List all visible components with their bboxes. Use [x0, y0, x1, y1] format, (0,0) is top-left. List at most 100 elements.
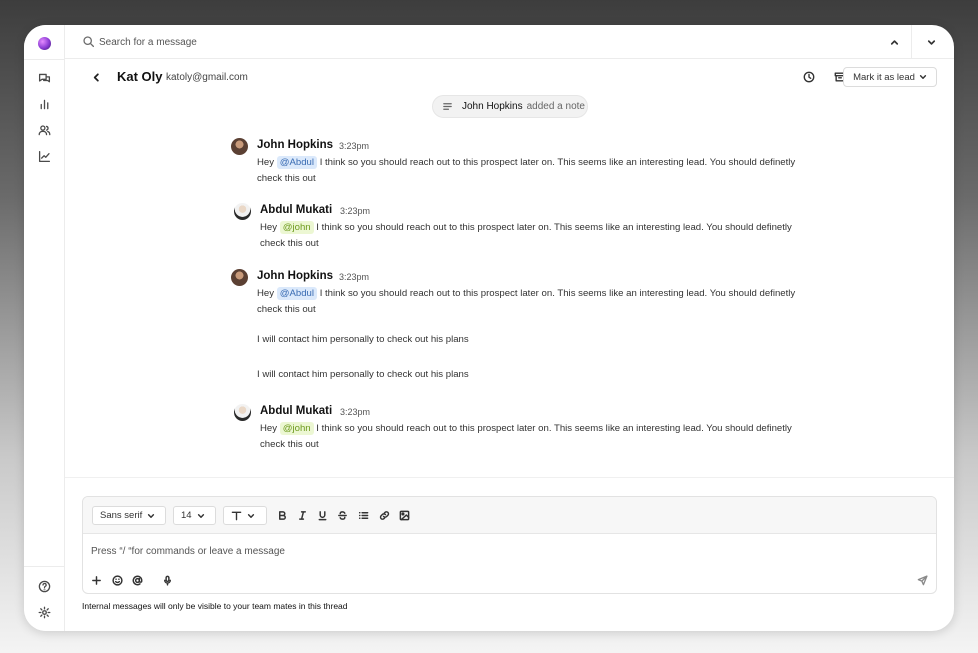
mention-tag[interactable]: @john [279, 221, 314, 234]
link-button[interactable] [377, 508, 391, 522]
composer-divider [65, 477, 954, 478]
message-text: I think so you should reach out to this … [319, 288, 796, 299]
bold-button[interactable] [275, 508, 289, 522]
search-icon [82, 35, 95, 48]
note-action: added a note [526, 101, 585, 112]
underline-icon [318, 510, 326, 520]
message-text: I think so you should reach out to this … [316, 423, 792, 434]
search-input[interactable] [99, 33, 599, 51]
message-author[interactable]: Abdul Mukati [260, 405, 332, 417]
message-body: Hey @john I think so you should reach ou… [260, 220, 800, 252]
mention-tag[interactable]: @Abdul [276, 156, 318, 169]
avatar[interactable] [234, 203, 251, 220]
mention-button[interactable] [131, 574, 144, 587]
italic-button[interactable] [295, 508, 309, 522]
mention-tag[interactable]: @john [279, 422, 314, 435]
font-size-value: 14 [181, 510, 192, 521]
gear-icon [38, 606, 50, 618]
rail-item-contacts[interactable] [36, 122, 52, 138]
message-greeting: Hey [257, 288, 275, 299]
message-author[interactable]: John Hopkins [257, 139, 333, 151]
message-followup: I will contact him personally to check o… [257, 334, 469, 345]
mark-as-lead-label: Mark it as lead [853, 71, 915, 83]
next-button[interactable] [922, 33, 940, 51]
rail-divider [24, 59, 65, 60]
mark-as-lead-button[interactable]: Mark it as lead [843, 67, 937, 87]
message-input[interactable] [91, 543, 791, 559]
font-size-select[interactable]: 14 [173, 506, 216, 525]
top-bar [65, 25, 954, 59]
message-item: Abdul Mukati 3:23pm Hey @john I think so… [234, 404, 794, 454]
message-item: Abdul Mukati 3:23pm Hey @john I think so… [234, 203, 794, 253]
bullet-list-button[interactable] [356, 508, 370, 522]
rail-item-help[interactable] [36, 578, 52, 594]
message-text-continued: check this out [260, 439, 319, 450]
nav-divider [911, 25, 912, 59]
chevron-up-icon [890, 39, 898, 45]
message-text: I think so you should reach out to this … [319, 157, 796, 168]
users-icon [38, 124, 50, 135]
link-icon [379, 510, 389, 520]
chevron-down-icon [247, 513, 255, 518]
font-family-select[interactable]: Sans serif [92, 506, 166, 525]
bold-icon [278, 510, 286, 520]
strikethrough-button[interactable] [335, 508, 349, 522]
rail-item-settings[interactable] [36, 604, 52, 620]
at-sign-icon [132, 575, 143, 586]
chat-bubbles-icon [38, 73, 50, 82]
previous-button[interactable] [885, 33, 903, 51]
app-window: Kat Oly katoly@gmail.com Mark it as lead… [24, 25, 954, 631]
line-chart-icon [38, 150, 50, 162]
message-text: I think so you should reach out to this … [316, 222, 792, 233]
note-event-pill[interactable]: John Hopkins added a note [432, 95, 588, 118]
message-followup: I will contact him personally to check o… [257, 369, 469, 380]
composer-hint: Internal messages will only be visible t… [82, 601, 348, 611]
snooze-button[interactable] [802, 70, 816, 84]
app-logo[interactable] [38, 37, 51, 50]
mention-tag[interactable]: @Abdul [276, 287, 318, 300]
message-text-continued: check this out [257, 304, 316, 315]
conversation-header: Kat Oly katoly@gmail.com Mark it as lead [65, 59, 954, 95]
emoji-button[interactable] [111, 574, 124, 587]
emoji-icon [112, 575, 123, 586]
message-greeting: Hey [260, 222, 278, 233]
chevron-down-icon [919, 75, 927, 79]
message-body: Hey @Abdul I think so you should reach o… [257, 155, 797, 187]
message-text-continued: check this out [260, 238, 319, 249]
rail-item-reports[interactable] [36, 96, 52, 112]
voice-button[interactable] [161, 574, 174, 587]
message-body: Hey @john I think so you should reach ou… [260, 421, 800, 453]
microphone-icon [164, 575, 171, 586]
add-button[interactable] [90, 574, 103, 587]
message-item: John Hopkins 3:23pm Hey @Abdul I think s… [231, 269, 795, 384]
send-button[interactable] [915, 573, 929, 587]
chevron-down-icon [148, 513, 155, 518]
rail-divider-bottom [24, 566, 65, 567]
contact-email: katoly@gmail.com [166, 72, 248, 83]
image-button[interactable] [397, 508, 411, 522]
contact-name: Kat Oly [117, 69, 163, 84]
note-author: John Hopkins [462, 101, 523, 112]
clock-icon [803, 71, 815, 83]
rail-item-analytics[interactable] [36, 148, 52, 164]
image-icon [399, 510, 409, 520]
message-author[interactable]: John Hopkins [257, 270, 333, 282]
text-style-select[interactable] [223, 506, 267, 525]
message-time: 3:23pm [339, 272, 370, 282]
underline-button[interactable] [315, 508, 329, 522]
message-item: John Hopkins 3:23pm Hey @Abdul I think s… [231, 138, 795, 188]
format-toolbar: Sans serif 14 [83, 497, 936, 534]
message-time: 3:23pm [339, 141, 370, 151]
avatar[interactable] [231, 138, 248, 155]
message-composer: Sans serif 14 [82, 496, 937, 594]
bar-chart-icon [40, 99, 48, 109]
font-family-value: Sans serif [100, 510, 143, 521]
back-button[interactable] [89, 70, 103, 84]
avatar[interactable] [234, 404, 251, 421]
plus-icon [92, 576, 101, 585]
note-lines-icon [442, 101, 454, 113]
message-author[interactable]: Abdul Mukati [260, 204, 332, 216]
rail-item-conversations[interactable] [36, 70, 52, 86]
avatar[interactable] [231, 269, 248, 286]
help-icon [38, 580, 50, 592]
